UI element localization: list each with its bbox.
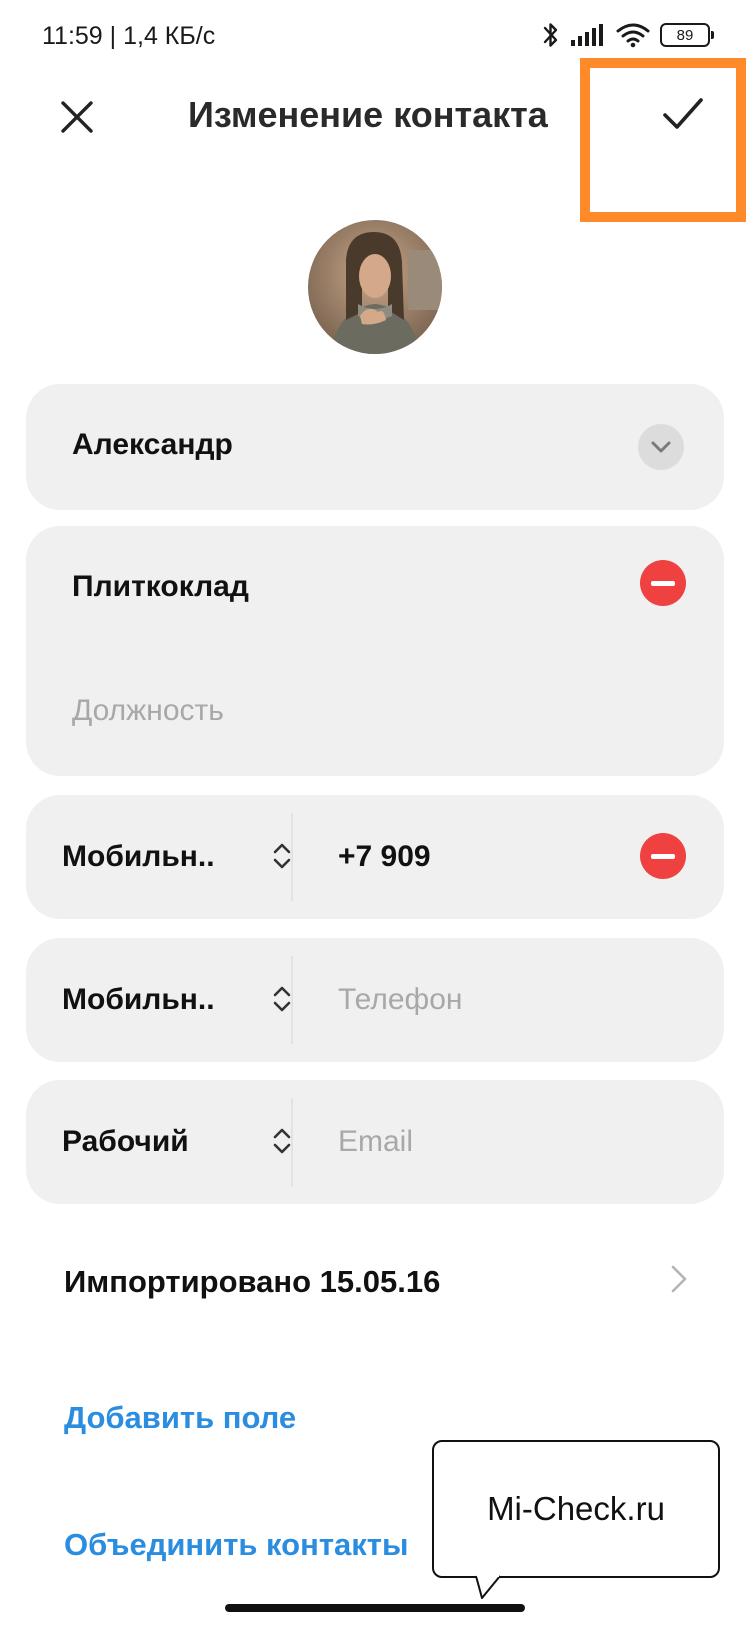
company-card: Плиткоклад Должность <box>26 526 724 776</box>
battery-level: 89 <box>676 26 694 44</box>
home-indicator[interactable] <box>225 1604 525 1612</box>
close-button[interactable] <box>50 90 104 144</box>
sort-arrows-icon <box>273 1128 291 1154</box>
phone-input[interactable]: Телефон <box>338 983 462 1017</box>
phone-number-field[interactable]: +7 909 <box>338 840 431 874</box>
phone-type-label-1: Мобильн.. <box>62 840 215 873</box>
divider <box>291 1098 293 1186</box>
status-icons: 89 <box>542 18 714 52</box>
remove-company-button[interactable] <box>640 560 686 606</box>
status-time: 11:59 | 1,4 КБ/с <box>42 22 216 50</box>
battery-icon: 89 <box>660 23 714 47</box>
phone-card-1: Мобильн.. +7 909 <box>26 795 724 919</box>
phone-type-label-2: Мобильн.. <box>62 983 215 1016</box>
email-type-label: Рабочий <box>62 1125 189 1158</box>
watermark-text: Mi-Check.ru <box>487 1490 665 1527</box>
company-field[interactable]: Плиткоклад <box>72 570 249 604</box>
phone-type-select-1[interactable]: Мобильн.. <box>62 795 294 919</box>
divider <box>291 956 293 1044</box>
expand-name-button[interactable] <box>638 424 684 470</box>
chevron-down-icon <box>651 441 671 453</box>
watermark-callout: Mi-Check.ru <box>432 1440 720 1578</box>
avatar-photo <box>308 220 442 354</box>
page-title: Изменение контакта <box>188 94 548 135</box>
job-title-field[interactable]: Должность <box>72 694 224 728</box>
imported-label: Импортировано 15.05.16 <box>64 1264 441 1299</box>
close-icon <box>61 101 93 133</box>
imported-row[interactable]: Импортировано 15.05.16 <box>0 1240 750 1328</box>
phone-card-2: Мобильн.. Телефон <box>26 938 724 1062</box>
wifi-icon <box>616 23 650 48</box>
divider <box>291 813 293 901</box>
sort-arrows-icon <box>273 843 291 869</box>
avatar[interactable] <box>308 220 442 354</box>
email-type-select[interactable]: Рабочий <box>62 1080 294 1204</box>
phone-type-select-2[interactable]: Мобильн.. <box>62 938 294 1062</box>
email-card: Рабочий Email <box>26 1080 724 1204</box>
add-field-link[interactable]: Добавить поле <box>64 1400 296 1436</box>
bluetooth-icon <box>543 23 558 47</box>
signal-icon <box>571 24 603 46</box>
remove-phone-button[interactable] <box>640 833 686 879</box>
highlight-frame <box>580 58 746 222</box>
first-name-field[interactable]: Александр <box>72 428 233 462</box>
sort-arrows-icon <box>273 986 291 1012</box>
chevron-right-icon <box>671 1265 687 1293</box>
callout-tail <box>475 1574 501 1599</box>
name-card: Александр <box>26 384 724 510</box>
email-input[interactable]: Email <box>338 1125 413 1159</box>
merge-contacts-link[interactable]: Объединить контакты <box>64 1527 408 1563</box>
